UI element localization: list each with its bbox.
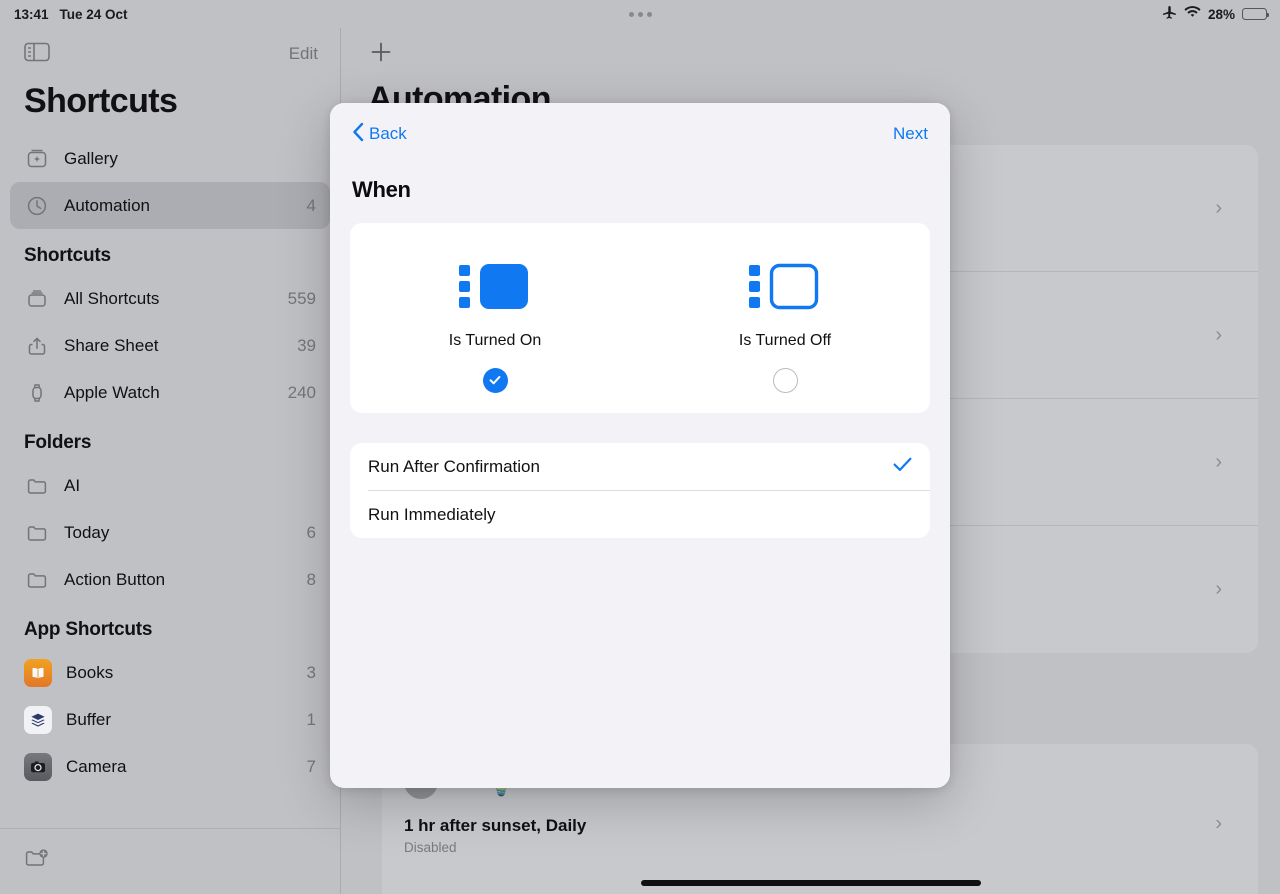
back-button-label: Back [369, 124, 407, 143]
modal-nav-bar: Back Next [330, 103, 950, 165]
next-button[interactable]: Next [893, 124, 928, 144]
when-trigger-modal: Back Next When Is Turned On Is Turned Of… [330, 103, 950, 788]
checkmark-icon [893, 456, 912, 478]
circle-outline-icon[interactable] [772, 367, 798, 393]
run-behavior-list: Run After Confirmation Run Immediately [350, 443, 930, 538]
option-label: Is Turned On [448, 331, 542, 349]
trigger-state-options: Is Turned On Is Turned Off [350, 223, 930, 413]
run-option-label: Run Immediately [368, 504, 496, 524]
toggle-off-icon [747, 244, 823, 330]
run-option-label: Run After Confirmation [368, 456, 540, 476]
option-is-turned-off[interactable]: Is Turned Off [640, 223, 930, 413]
option-is-turned-on[interactable]: Is Turned On [350, 223, 640, 413]
checkmark-circle-filled-icon[interactable] [482, 367, 508, 393]
run-after-confirmation-row[interactable]: Run After Confirmation [350, 443, 930, 490]
option-label: Is Turned Off [738, 331, 832, 349]
toggle-on-icon [457, 244, 533, 330]
section-title-when: When [352, 177, 411, 202]
back-button[interactable]: Back [352, 122, 407, 147]
run-immediately-row[interactable]: Run Immediately [350, 491, 930, 538]
chevron-left-icon [352, 122, 364, 147]
